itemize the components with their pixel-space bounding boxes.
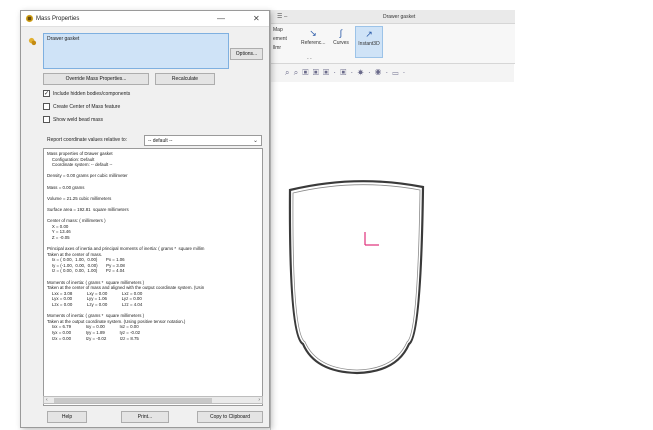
coordinate-system-value: -- default --: [148, 138, 173, 144]
scrollbar-thumb[interactable]: [54, 398, 212, 403]
ribbon-label[interactable]: llmr: [273, 44, 287, 53]
cad-window: ☰ – Drawer gasket Map ement llmr ↘ Refer…: [270, 10, 515, 430]
ribbon: Map ement llmr ↘ Referenc... ∫ Curves ↗ …: [271, 24, 515, 64]
reference-geometry-icon: ↘: [309, 28, 317, 38]
report-coordinates-label: Report coordinate values relative to:: [47, 137, 128, 143]
include-hidden-bodies-checkbox[interactable]: ✓ Include hidden bodies/components: [43, 90, 130, 97]
gasket-inner-outline: [292, 184, 421, 371]
copy-to-clipboard-button[interactable]: Copy to Clipboard: [197, 411, 263, 423]
component-icon: [28, 37, 37, 46]
dialog-title: Mass Properties: [36, 16, 80, 22]
results-text: Mass properties of Drawer gasket Configu…: [47, 151, 205, 341]
curves-icon: ∫: [339, 28, 343, 38]
show-weld-bead-mass-checkbox[interactable]: Show weld bead mass: [43, 116, 103, 123]
ribbon-left-labels: Map ement llmr: [273, 26, 287, 53]
ribbon-label[interactable]: ement: [273, 35, 287, 44]
horizontal-scrollbar[interactable]: ‹ ›: [43, 396, 263, 404]
options-button[interactable]: Options...: [230, 48, 263, 60]
selected-item[interactable]: Drawer gasket: [47, 36, 79, 42]
results-textbox[interactable]: Mass properties of Drawer gasket Configu…: [43, 148, 263, 406]
heads-up-view-toolbar[interactable]: ⌕ ⌕ ▣ ▣ ▣ · ▣ · ☀ · ◉ · ▭ ·: [285, 68, 406, 78]
ribbon-button-label: Instant3D: [358, 41, 380, 47]
selected-items-list[interactable]: Drawer gasket: [43, 33, 229, 69]
quick-access-icons[interactable]: ☰ –: [277, 13, 287, 20]
create-center-of-mass-checkbox[interactable]: Create Center of Mass feature: [43, 103, 120, 110]
gasket-drawing: [288, 180, 425, 375]
graphics-viewport[interactable]: [271, 82, 515, 430]
ribbon-dropdown-dashes[interactable]: - -: [307, 56, 312, 62]
instant3d-icon: ↗: [365, 29, 373, 39]
cad-window-title: Drawer gasket: [383, 14, 416, 20]
recalculate-button[interactable]: Recalculate: [155, 73, 215, 85]
chevron-down-icon: ⌄: [252, 138, 258, 144]
reference-geometry-button[interactable]: ↘ Referenc...: [301, 26, 325, 58]
cad-titlebar: ☰ – Drawer gasket: [271, 10, 515, 24]
checkbox-label: Include hidden bodies/components: [53, 90, 131, 97]
ribbon-button-label: Curves: [333, 40, 349, 46]
mass-properties-icon: [25, 14, 34, 23]
help-button[interactable]: Help: [47, 411, 87, 423]
close-button[interactable]: ✕: [253, 14, 260, 23]
dialog-titlebar[interactable]: Mass Properties — ✕: [21, 11, 269, 27]
scroll-left-icon[interactable]: ‹: [46, 397, 48, 403]
checkbox-label: Create Center of Mass feature: [53, 103, 121, 110]
ribbon-label[interactable]: Map: [273, 26, 287, 35]
checkbox-checked[interactable]: ✓: [43, 90, 50, 97]
minimize-button[interactable]: —: [217, 14, 225, 23]
ribbon-button-label: Referenc...: [301, 40, 326, 46]
override-mass-properties-button[interactable]: Override Mass Properties...: [43, 73, 149, 85]
checkbox-label: Show weld bead mass: [53, 116, 104, 123]
checkbox-unchecked[interactable]: [43, 103, 50, 110]
gasket-outer-outline: [288, 180, 425, 375]
mass-properties-dialog: Mass Properties — ✕ Drawer gasket Option…: [20, 10, 270, 428]
instant3d-button[interactable]: ↗ Instant3D: [355, 26, 383, 58]
curves-button[interactable]: ∫ Curves: [329, 26, 353, 58]
scroll-right-icon[interactable]: ›: [258, 397, 260, 403]
screen: ☰ – Drawer gasket Map ement llmr ↘ Refer…: [0, 0, 653, 430]
coordinate-system-select[interactable]: -- default -- ⌄: [144, 135, 262, 146]
print-button[interactable]: Print...: [121, 411, 169, 423]
checkbox-unchecked[interactable]: [43, 116, 50, 123]
